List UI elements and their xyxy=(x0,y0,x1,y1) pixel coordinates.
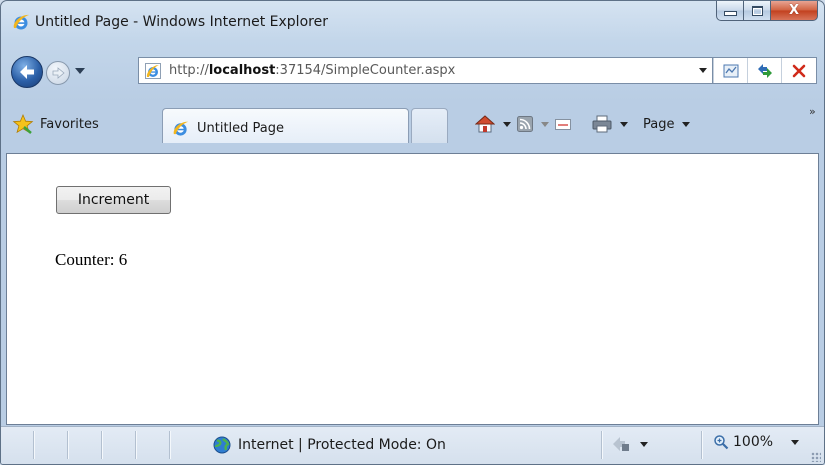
protected-mode-button[interactable] xyxy=(611,435,648,453)
address-dropdown-icon[interactable] xyxy=(699,68,707,73)
stop-button[interactable] xyxy=(781,58,815,83)
browser-window: Untitled Page - Windows Internet Explore… xyxy=(0,0,825,465)
print-button[interactable] xyxy=(592,111,628,137)
zoom-dropdown-icon[interactable] xyxy=(791,439,800,445)
protected-mode-dropdown-icon xyxy=(640,441,648,447)
address-bar[interactable]: http://localhost:37154/SimpleCounter.asp… xyxy=(138,57,713,84)
print-icon xyxy=(592,115,612,133)
status-separator xyxy=(169,431,171,459)
forward-arrow-icon xyxy=(52,67,65,79)
status-separator xyxy=(33,431,35,459)
url-scheme: http:// xyxy=(169,63,209,78)
home-dropdown-icon[interactable] xyxy=(503,121,511,127)
feeds-icon xyxy=(517,116,533,132)
increment-button[interactable]: Increment xyxy=(56,186,171,214)
refresh-button[interactable] xyxy=(747,58,781,83)
home-button[interactable] xyxy=(475,111,511,137)
status-separator xyxy=(135,431,137,459)
status-separator xyxy=(601,431,603,459)
zoom-magnifier-icon xyxy=(714,435,729,450)
recent-pages-dropdown-icon[interactable] xyxy=(75,68,85,74)
favorites-star-icon xyxy=(12,114,34,134)
minimize-button[interactable] xyxy=(716,1,744,21)
command-bar: Favorites Untitled Page Page » xyxy=(1,105,824,147)
tab-title: Untitled Page xyxy=(197,121,285,136)
popup-blocker-icon xyxy=(613,437,629,451)
mail-icon xyxy=(555,119,571,130)
status-bar: Internet | Protected Mode: On 100% xyxy=(1,426,824,464)
close-button[interactable]: X xyxy=(771,1,818,21)
maximize-button[interactable] xyxy=(744,1,771,21)
tab-untitled-page[interactable]: Untitled Page xyxy=(162,108,409,143)
home-icon xyxy=(475,115,495,133)
page-ie-icon xyxy=(145,63,161,79)
status-separator xyxy=(67,431,69,459)
ie-logo-icon xyxy=(13,14,29,30)
minimize-icon xyxy=(723,11,737,16)
feeds-dropdown-icon[interactable] xyxy=(541,121,549,127)
maximize-icon xyxy=(751,5,763,16)
page-content: Increment Counter: 6 xyxy=(6,153,819,425)
address-url[interactable]: http://localhost:37154/SimpleCounter.asp… xyxy=(169,63,455,78)
forward-button[interactable] xyxy=(46,61,70,85)
back-button[interactable] xyxy=(11,56,43,88)
page-menu-label: Page xyxy=(643,116,675,132)
zone-text: Internet | Protected Mode: On xyxy=(238,437,446,453)
navigation-bar: http://localhost:37154/SimpleCounter.asp… xyxy=(1,53,824,93)
title-bar[interactable]: Untitled Page - Windows Internet Explore… xyxy=(1,1,824,47)
url-path: :37154/SimpleCounter.aspx xyxy=(275,63,456,78)
internet-globe-icon xyxy=(213,436,231,454)
window-controls: X xyxy=(716,1,818,23)
stop-icon xyxy=(792,64,805,77)
url-host: localhost xyxy=(208,63,276,78)
zoom-control[interactable]: 100% xyxy=(713,434,800,450)
compatibility-view-icon xyxy=(723,64,738,77)
tab-ie-icon xyxy=(173,121,189,136)
close-icon: X xyxy=(788,3,800,18)
new-tab-button[interactable] xyxy=(411,108,448,143)
status-separator xyxy=(701,431,703,459)
back-arrow-icon xyxy=(20,65,34,79)
security-zone[interactable]: Internet | Protected Mode: On xyxy=(213,434,446,456)
print-dropdown-icon[interactable] xyxy=(620,121,628,127)
page-menu-button[interactable]: Page xyxy=(643,111,691,137)
toolbar-overflow-chevron[interactable]: » xyxy=(809,105,816,118)
page-dropdown-icon xyxy=(682,121,691,127)
resize-grip[interactable] xyxy=(811,452,821,462)
address-tools xyxy=(713,57,817,84)
refresh-icon xyxy=(757,63,772,78)
zoom-level: 100% xyxy=(733,434,774,450)
feeds-button[interactable] xyxy=(517,111,549,137)
status-separator xyxy=(101,431,103,459)
favorites-button[interactable]: Favorites xyxy=(6,110,105,138)
compatibility-view-button[interactable] xyxy=(713,58,747,83)
window-title: Untitled Page - Windows Internet Explore… xyxy=(35,14,328,30)
favorites-label: Favorites xyxy=(40,116,99,132)
read-mail-button[interactable] xyxy=(555,111,571,137)
counter-label: Counter: 6 xyxy=(55,250,128,269)
